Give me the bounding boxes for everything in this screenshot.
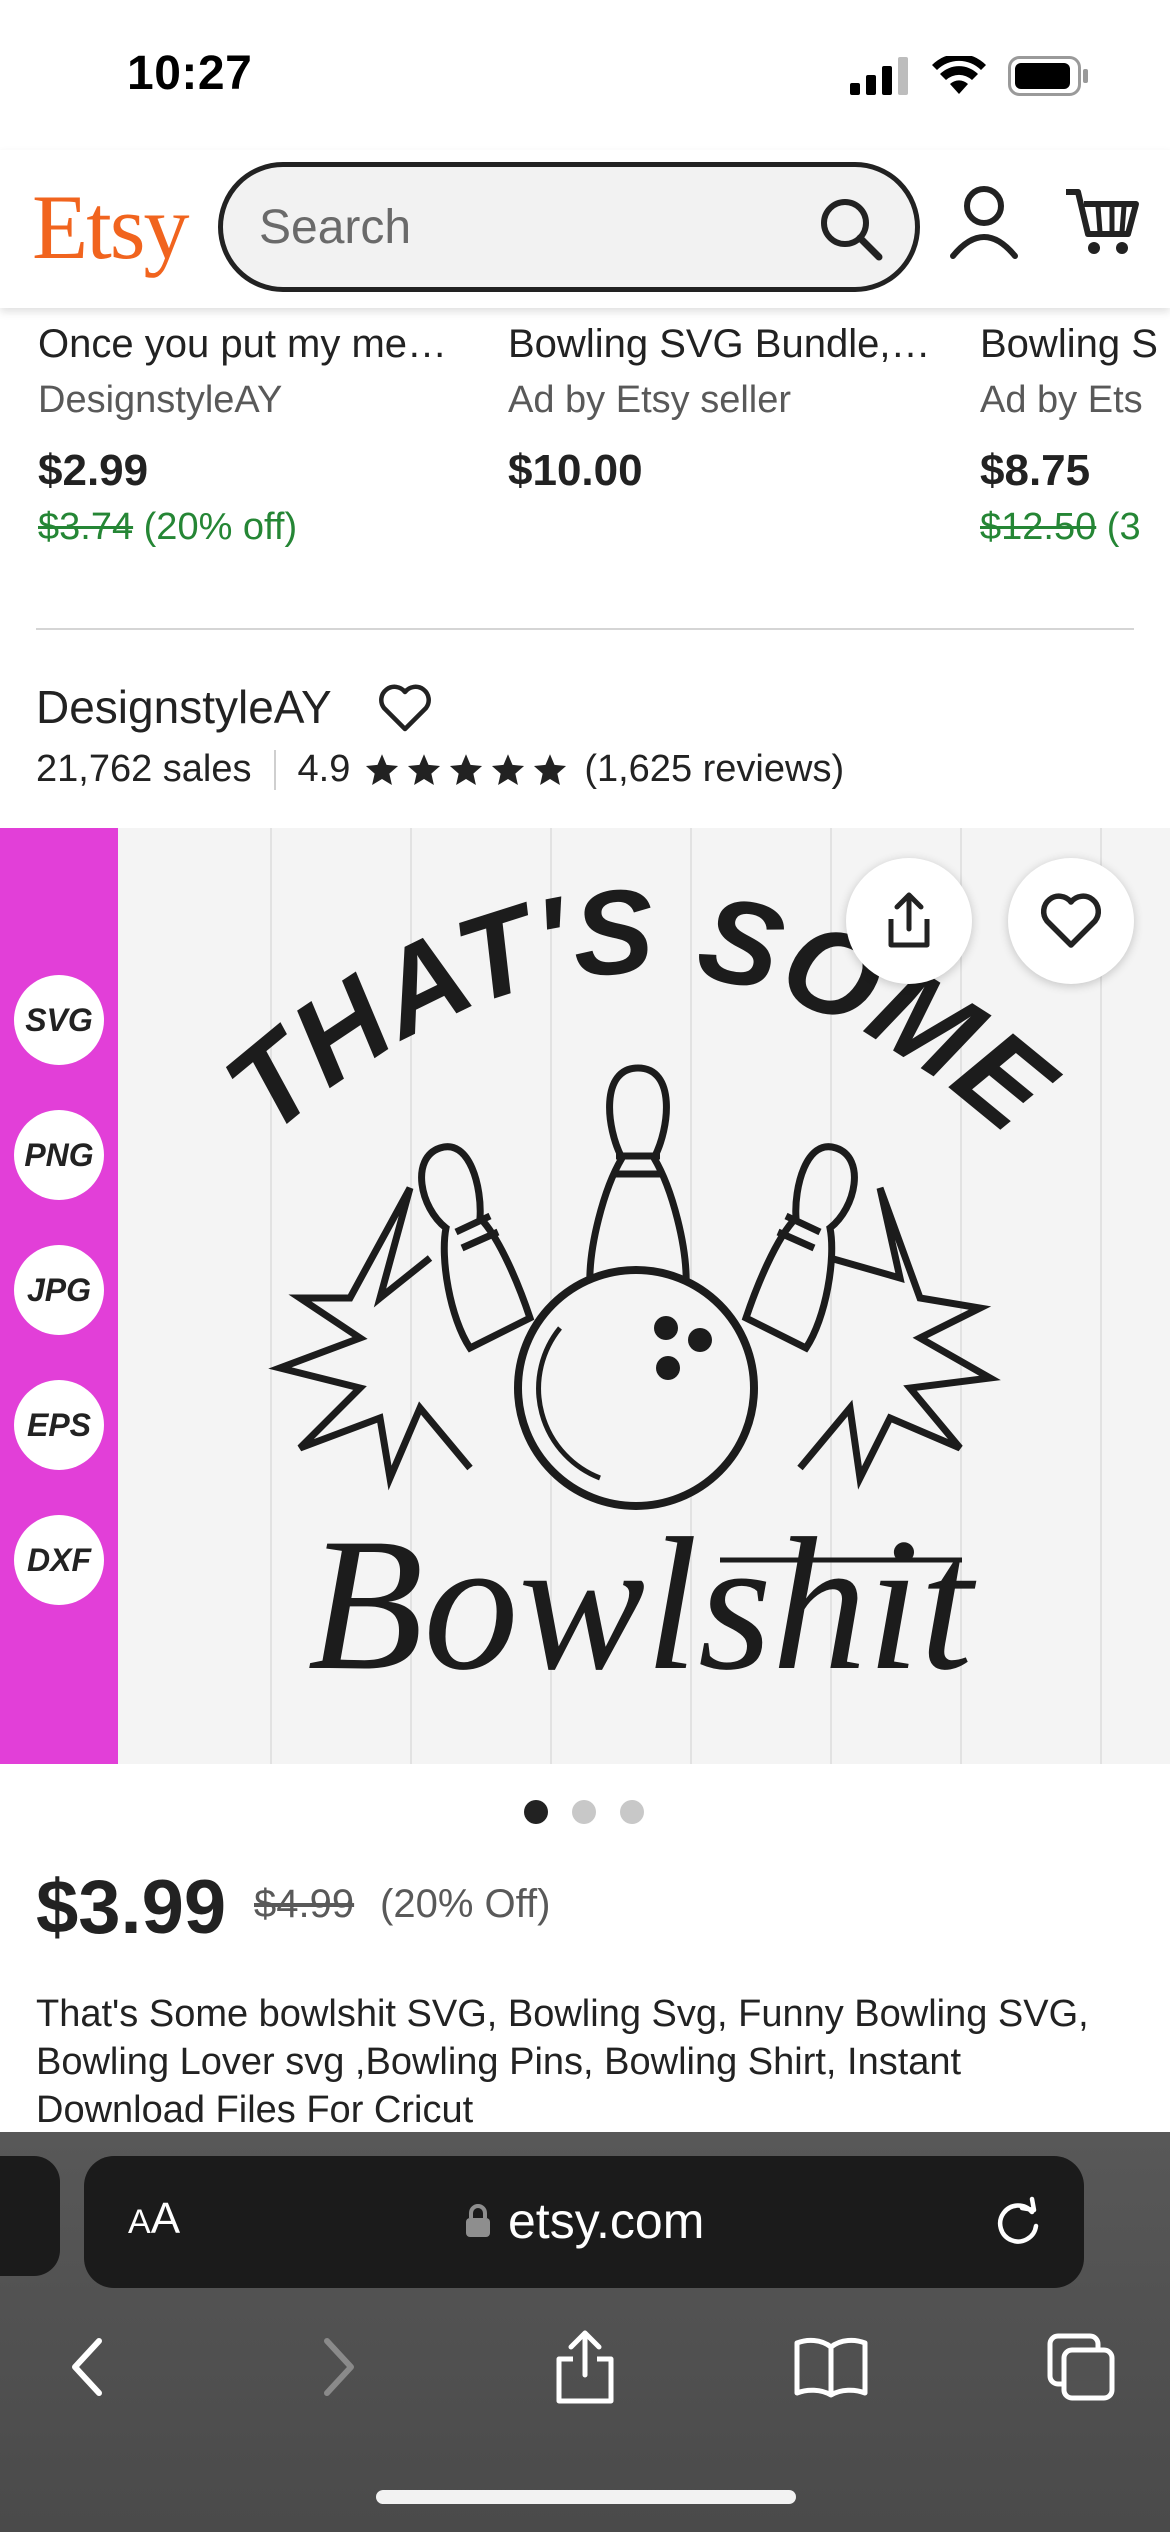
- favorite-listing-button[interactable]: [1008, 858, 1134, 984]
- listing-seller: Ad by Etsy seller: [508, 379, 791, 421]
- design-artwork: THAT'S SOME Bowlshit: [201, 864, 1078, 1710]
- listing-price: $8.75: [980, 446, 1091, 495]
- related-listing-card[interactable]: Bowling S Ad by Ets $8.75 $12.50 (3: [980, 322, 1170, 549]
- home-indicator[interactable]: [376, 2490, 796, 2504]
- shop-stats: 21,762 sales 4.9 (1,625 reviews): [36, 748, 844, 791]
- listing-sale-info: $3.74 (20% off): [38, 506, 498, 549]
- star-icon: [534, 753, 567, 785]
- listing-discount: (3: [1106, 506, 1141, 548]
- listing-title: Bowling SVG Bundle, …: [508, 322, 938, 366]
- reload-icon: [997, 2196, 1039, 2244]
- search-icon: [821, 199, 883, 261]
- etsy-logo[interactable]: Etsy: [32, 174, 190, 280]
- stats-separator: [273, 749, 276, 790]
- favorite-shop-button[interactable]: [378, 683, 432, 733]
- listing-price: $2.99: [38, 446, 149, 495]
- pagination-dot[interactable]: [524, 1800, 548, 1824]
- listing-seller: DesignstyleAY: [38, 379, 283, 421]
- tabs-button[interactable]: [1036, 2322, 1126, 2412]
- wifi-icon: [932, 56, 986, 94]
- listing-sale-info: $12.50 (3: [980, 506, 1170, 549]
- status-bar: 10:27: [0, 0, 1170, 150]
- status-icons: [850, 56, 1090, 96]
- listing-discount: (20% Off): [380, 1882, 551, 1926]
- share-icon: [556, 2330, 614, 2404]
- heart-icon: [1040, 893, 1102, 948]
- search-bar[interactable]: [218, 162, 920, 292]
- account-button[interactable]: [948, 182, 1020, 262]
- search-button[interactable]: [815, 193, 887, 265]
- tabs-icon: [1047, 2333, 1115, 2401]
- share-icon: [888, 892, 930, 948]
- star-icon: [366, 753, 399, 785]
- star-icon: [408, 753, 441, 785]
- status-time: 10:27: [127, 47, 253, 100]
- url-display[interactable]: etsy.com: [464, 2192, 704, 2250]
- chevron-left-icon: [72, 2338, 102, 2396]
- site-header: Etsy: [0, 150, 1170, 308]
- shop-sales: 21,762 sales: [36, 748, 252, 790]
- browser-toolbar: AA etsy.com: [0, 2132, 1170, 2532]
- listing-discount: (20% off): [143, 506, 298, 548]
- pagination-dot[interactable]: [572, 1800, 596, 1824]
- related-listing-card[interactable]: Once you put my me… DesignstyleAY $2.99 …: [38, 322, 498, 549]
- heart-icon: [379, 684, 431, 732]
- listing-title: Bowling S: [980, 322, 1158, 366]
- battery-icon: [1008, 56, 1088, 96]
- address-bar[interactable]: AA etsy.com: [84, 2156, 1084, 2288]
- star-icon: [450, 753, 483, 785]
- listing-image[interactable]: SVG PNG JPG EPS DXF THAT'S SOME Bowlshit: [0, 828, 1170, 1764]
- user-icon: [950, 186, 1018, 259]
- browser-nav-row: [0, 2322, 1170, 2432]
- image-pagination-dots[interactable]: [524, 1800, 644, 1824]
- related-listing-card[interactable]: Bowling SVG Bundle, … Ad by Etsy seller …: [508, 322, 968, 496]
- cart-icon: [1066, 189, 1139, 254]
- back-button[interactable]: [42, 2322, 132, 2412]
- shop-reviews[interactable]: (1,625 reviews): [584, 748, 844, 791]
- search-input[interactable]: [259, 167, 779, 287]
- shop-name-link[interactable]: DesignstyleAY: [36, 680, 332, 734]
- listing-original-price: $3.74: [38, 506, 134, 548]
- previous-tab-peek[interactable]: [0, 2156, 60, 2276]
- reader-settings-button[interactable]: AA: [128, 2194, 180, 2244]
- lock-icon: [466, 2204, 490, 2237]
- bookmarks-button[interactable]: [786, 2322, 876, 2412]
- related-listings-carousel[interactable]: Once you put my me… DesignstyleAY $2.99 …: [0, 308, 1170, 628]
- reload-button[interactable]: [992, 2196, 1044, 2248]
- bowling-ball: [514, 1266, 758, 1510]
- url-text: etsy.com: [508, 2193, 705, 2249]
- book-icon: [794, 2337, 868, 2398]
- listing-original-price: $12.50: [980, 506, 1097, 548]
- pagination-dot[interactable]: [620, 1800, 644, 1824]
- star-icon: [492, 753, 525, 785]
- share-page-button[interactable]: [540, 2322, 630, 2412]
- shop-rating: 4.9: [297, 748, 351, 790]
- share-button[interactable]: [846, 858, 972, 984]
- cellular-signal-icon: [850, 57, 908, 95]
- listing-seller: Ad by Ets: [980, 379, 1143, 421]
- star-rating[interactable]: [364, 752, 568, 788]
- listing-price: $10.00: [508, 446, 643, 495]
- design-script-word: Bowlshit: [307, 1500, 976, 1710]
- chevron-right-icon: [324, 2338, 354, 2396]
- section-divider: [36, 628, 1134, 630]
- cart-button[interactable]: [1062, 180, 1142, 260]
- listing-price: $3.99: [36, 1865, 227, 1950]
- forward-button[interactable]: [294, 2322, 384, 2412]
- listing-original-price: $4.99: [254, 1882, 355, 1926]
- listing-title: That's Some bowlshit SVG, Bowling Svg, F…: [36, 1993, 1089, 2131]
- listing-title: Once you put my me…: [38, 322, 448, 366]
